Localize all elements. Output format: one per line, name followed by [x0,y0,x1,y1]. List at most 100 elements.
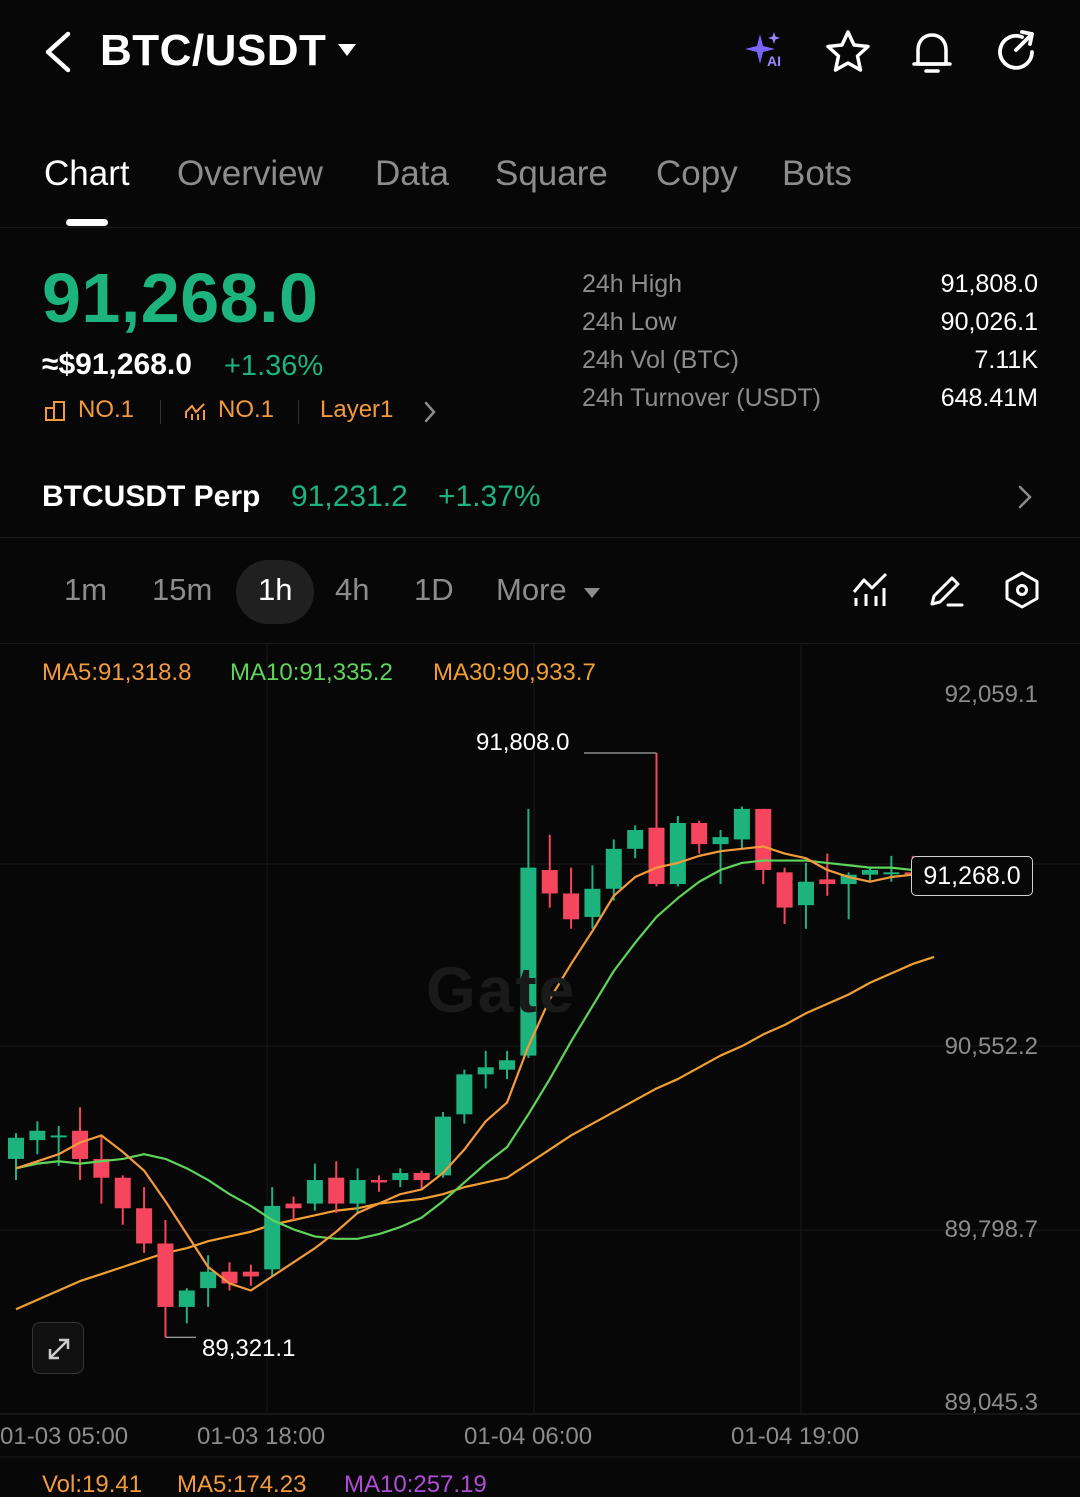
sector-tag[interactable]: Layer1 [320,396,393,424]
perp-price: 91,231.2 [291,480,408,513]
candle-body [669,822,686,885]
volume-ma5-legend: MA5:174.23 [177,1471,307,1497]
tab-overview[interactable]: Overview [177,154,323,194]
interval-more[interactable]: More [496,572,567,608]
candle-body [328,1177,345,1204]
candle-body [883,872,900,875]
interval-4h[interactable]: 4h [335,572,369,608]
stat-vol-label: 24h Vol (BTC) [582,346,740,374]
perp-change: +1.37% [438,480,541,513]
trending-rank[interactable]: NO.1 [218,396,274,424]
top-bar: BTC/USDT AI [0,0,1080,110]
tab-data[interactable]: Data [375,154,449,194]
y-tick-label: 90,552.2 [944,1033,1038,1060]
stat-high-value: 91,808.0 [940,270,1038,298]
candle-body [819,879,836,885]
interval-1m[interactable]: 1m [64,572,107,608]
price-change: +1.36% [224,350,324,382]
tab-chart[interactable]: Chart [44,154,130,194]
expand-icon [48,1338,70,1360]
y-tick-label: 89,798.7 [944,1216,1038,1243]
perp-link-row[interactable]: BTCUSDT Perp 91,231.2 +1.37% [0,460,1080,538]
share-icon[interactable] [992,28,1040,76]
y-tick-label: 89,045.3 [944,1389,1038,1416]
ma10-legend: MA10:91,335.2 [230,659,393,686]
last-price: 91,268.0 [42,259,319,337]
candle-body [114,1177,131,1209]
perp-name: BTCUSDT Perp [42,480,261,513]
stat-low-value: 90,026.1 [940,308,1038,336]
candlestick-chart[interactable] [0,645,1080,1497]
candle-body [242,1271,259,1277]
high-marker-label: 91,808.0 [476,729,570,756]
tab-bots[interactable]: Bots [782,154,852,194]
price-chart[interactable]: Gate MA5:91,318.8 MA10:91,335.2 MA30:90,… [0,645,1080,1497]
candle-body [285,1203,302,1209]
interval-1d[interactable]: 1D [414,572,454,608]
x-tick-label: 01-04 19:00 [731,1423,860,1450]
candle-body [413,1173,430,1181]
y-tick-label: 92,059.1 [944,681,1038,708]
chevron-right-icon[interactable] [422,400,438,424]
active-tab-indicator [66,219,108,226]
candle-body [691,822,708,845]
stat-low-label: 24h Low [582,308,677,336]
candle-body [627,830,644,849]
x-tick-label: 01-03 05:00 [0,1423,129,1450]
back-icon[interactable] [40,28,80,76]
interval-1h[interactable]: 1h [258,572,292,608]
ma10-line [15,859,935,1240]
candle-body [136,1208,153,1244]
candle-body [584,888,601,917]
watermark: Gate [426,954,577,1026]
stat-turnover-value: 648.41M [940,384,1038,412]
candle-body [157,1243,174,1307]
candle-body [776,872,793,908]
candle-body [605,848,622,889]
candle-body [456,1074,473,1115]
tab-copy[interactable]: Copy [656,154,738,194]
candle-body [50,1135,67,1138]
tab-square[interactable]: Square [495,154,608,194]
bell-icon[interactable] [908,28,956,76]
candle-body [499,1060,516,1070]
candle-body [178,1290,195,1307]
stat-vol-value: 7.11K [974,346,1038,374]
candle-body [306,1180,323,1204]
ma30-legend: MA30:90,933.7 [433,659,596,686]
indicator-icon[interactable] [850,570,890,610]
fullscreen-button[interactable] [32,1322,84,1374]
x-tick-label: 01-04 06:00 [464,1423,593,1450]
interval-15m[interactable]: 15m [152,572,212,608]
settings-hex-icon[interactable] [1002,570,1042,610]
star-icon[interactable] [824,28,872,76]
candle-body [392,1173,409,1181]
candle-body [200,1271,217,1289]
volume-ma10-legend: MA10:257.19 [344,1471,487,1497]
candle-body [648,827,665,885]
svg-text:AI: AI [767,53,781,69]
pair-title[interactable]: BTC/USDT [100,26,326,76]
candle-body [541,869,558,894]
draw-pen-icon[interactable] [926,570,966,610]
divider [298,400,299,424]
candle-body [349,1180,366,1204]
candle-body [563,893,580,920]
x-tick-label: 01-03 18:00 [197,1423,326,1450]
current-price-tag: 91,268.0 [911,856,1033,896]
trending-rank-icon [185,403,205,420]
ma5-legend: MA5:91,318.8 [42,659,192,686]
candle-body [712,837,729,845]
chevron-down-icon[interactable] [336,40,358,60]
candle-body [797,881,814,906]
candle-body [477,1067,494,1075]
usd-price: ≈$91,268.0 [42,348,192,381]
candle-body [29,1130,46,1141]
ai-sparkle-icon[interactable]: AI [740,28,788,76]
chevron-down-icon[interactable] [583,586,601,600]
chevron-right-icon[interactable] [1014,482,1036,512]
ma5-line [15,845,935,1292]
candle-body [862,869,878,875]
candle-body [733,808,750,840]
market-cap-rank[interactable]: NO.1 [78,396,134,424]
